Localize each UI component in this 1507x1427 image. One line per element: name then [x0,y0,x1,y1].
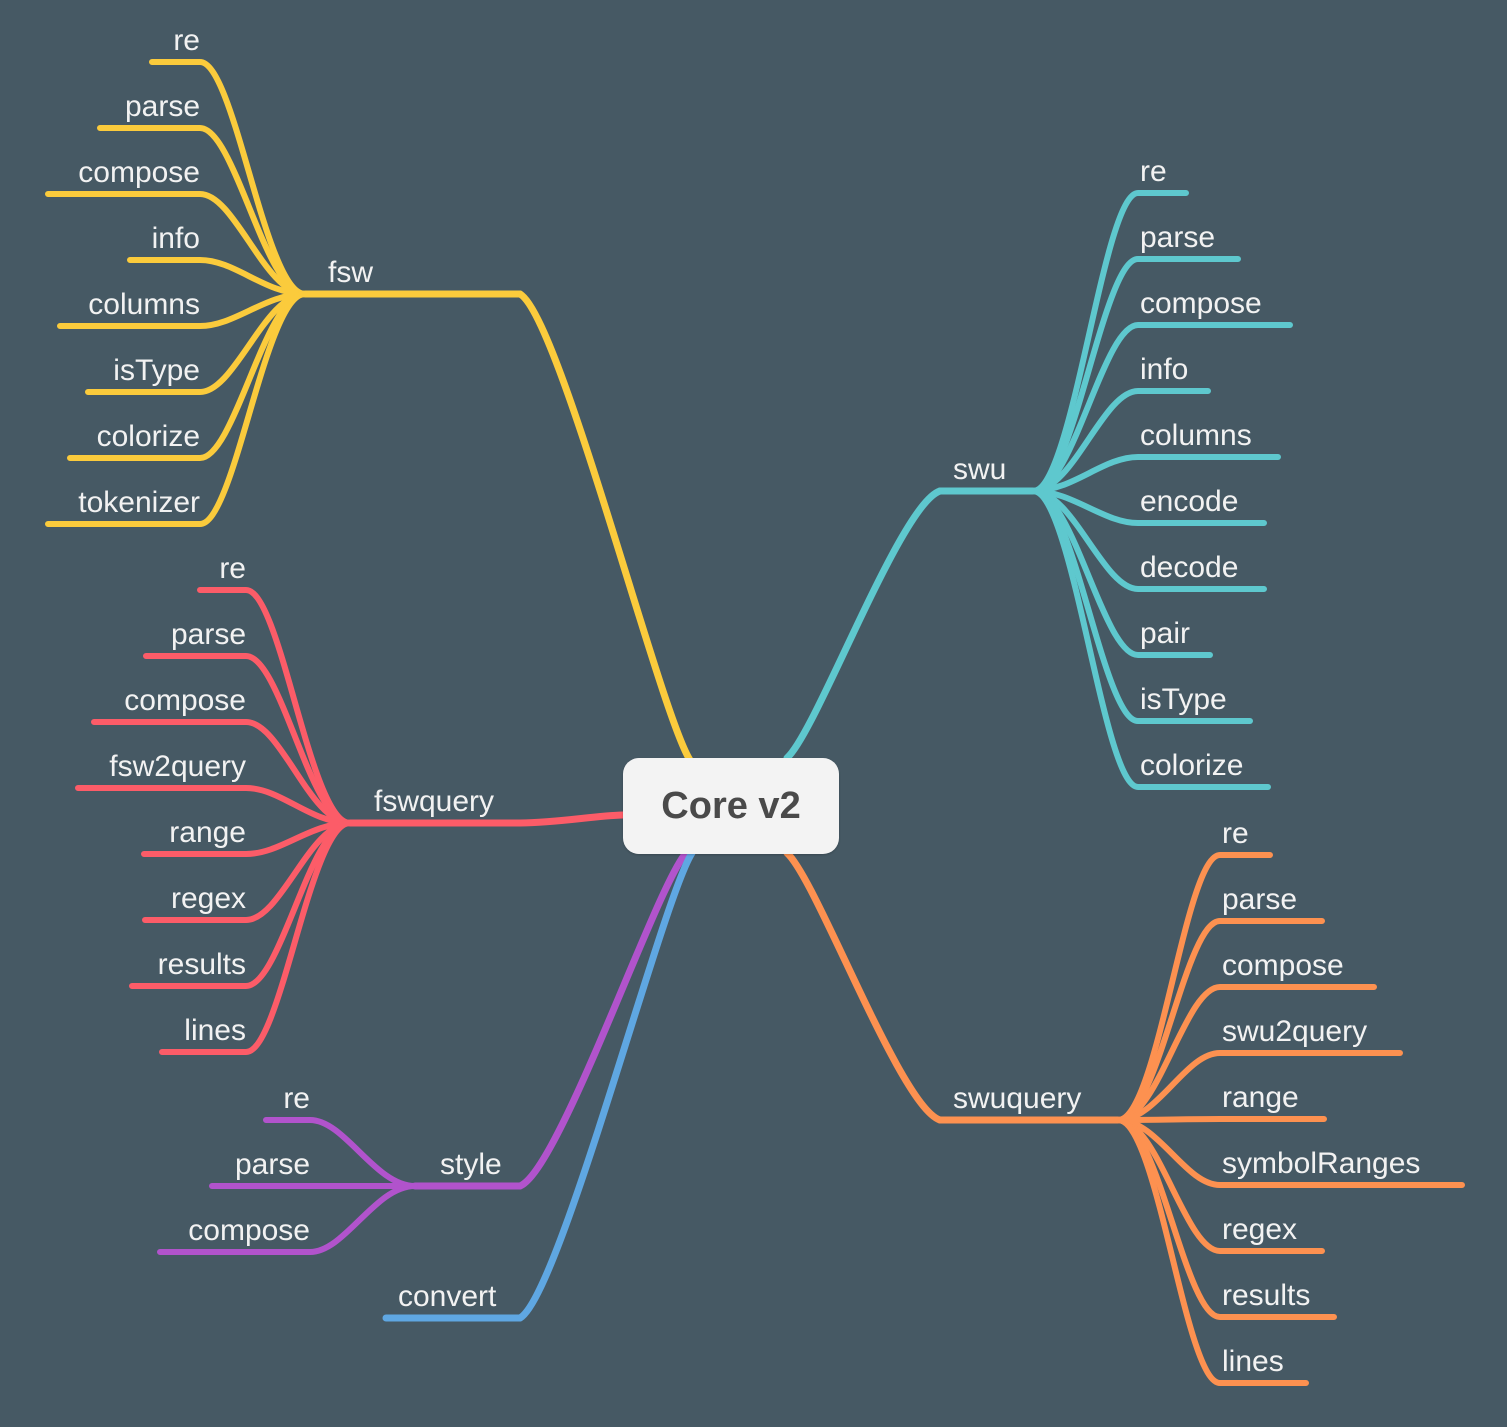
branch-label-swuquery[interactable]: swuquery [953,1082,1081,1115]
leaf-fsw-isType[interactable]: isType [113,354,200,387]
root-node[interactable]: Core v2 [623,758,839,854]
leaf-swuquery-compose[interactable]: compose [1222,949,1344,982]
leaf-fswquery-parse[interactable]: parse [171,618,246,651]
branch-label-fsw[interactable]: fsw [328,256,373,289]
leaf-fswquery-regex[interactable]: regex [171,882,246,915]
leaf-connector-fsw-parse [97,125,308,297]
leaf-swuquery-symbolRanges[interactable]: symbolRanges [1222,1147,1420,1180]
leaf-style-compose[interactable]: compose [188,1214,310,1247]
leaf-connector-fswquery-parse [143,653,353,826]
leaf-swu-info[interactable]: info [1140,353,1188,386]
leaf-fsw-tokenizer[interactable]: tokenizer [78,486,200,519]
leaf-swu-colorize[interactable]: colorize [1140,749,1243,782]
branch-connector-swuquery [783,849,944,1124]
leaf-swu-isType[interactable]: isType [1140,683,1227,716]
leaf-swu-compose[interactable]: compose [1140,287,1262,320]
leaf-swuquery-re[interactable]: re [1222,817,1249,850]
leaf-fsw-parse[interactable]: parse [125,90,200,123]
leaf-style-re[interactable]: re [283,1082,310,1115]
branch-label-fswquery[interactable]: fswquery [374,785,494,818]
mind-map-canvas: fsw re parse compose info columns isType colori… [45,24,1465,1386]
leaf-fswquery-lines[interactable]: lines [184,1014,246,1047]
branch-label-convert[interactable]: convert [398,1280,497,1313]
branch-connector-fswquery [516,811,627,827]
leaf-swu-encode[interactable]: encode [1140,485,1238,518]
leaf-fswquery-re[interactable]: re [219,552,246,585]
leaf-swuquery-parse[interactable]: parse [1222,883,1297,916]
leaf-swuquery-swu2query[interactable]: swu2query [1222,1015,1367,1048]
leaf-fswquery-range[interactable]: range [169,816,246,849]
branch-connector-fsw [516,290,694,764]
leaf-swu-columns[interactable]: columns [1140,419,1252,452]
leaf-swuquery-range[interactable]: range [1222,1081,1299,1114]
branch-connector-convert [516,849,696,1322]
leaf-fswquery-compose[interactable]: compose [124,684,246,717]
leaf-swuquery-lines[interactable]: lines [1222,1345,1284,1378]
leaf-fsw-info[interactable]: info [152,222,200,255]
leaf-swu-pair[interactable]: pair [1140,617,1190,650]
leaf-fswquery-fsw2query[interactable]: fsw2query [109,750,246,783]
branch-connector-swu [783,487,944,762]
leaf-swu-re[interactable]: re [1140,155,1167,188]
branch-label-swu[interactable]: swu [953,453,1006,486]
leaf-fswquery-results[interactable]: results [158,948,246,981]
root-label: Core v2 [661,784,801,827]
leaf-swuquery-results[interactable]: results [1222,1279,1310,1312]
leaf-swu-decode[interactable]: decode [1140,551,1238,584]
leaf-swuquery-regex[interactable]: regex [1222,1213,1297,1246]
branch-label-style[interactable]: style [440,1148,502,1181]
leaf-fsw-colorize[interactable]: colorize [97,420,200,453]
leaf-style-parse[interactable]: parse [235,1148,310,1181]
branch-connector-style [516,849,690,1190]
leaf-fsw-re[interactable]: re [173,24,200,57]
leaf-swu-parse[interactable]: parse [1140,221,1215,254]
leaf-fsw-columns[interactable]: columns [88,288,200,321]
leaf-connector-swuquery-range [1115,1116,1327,1123]
leaf-fsw-compose[interactable]: compose [78,156,200,189]
